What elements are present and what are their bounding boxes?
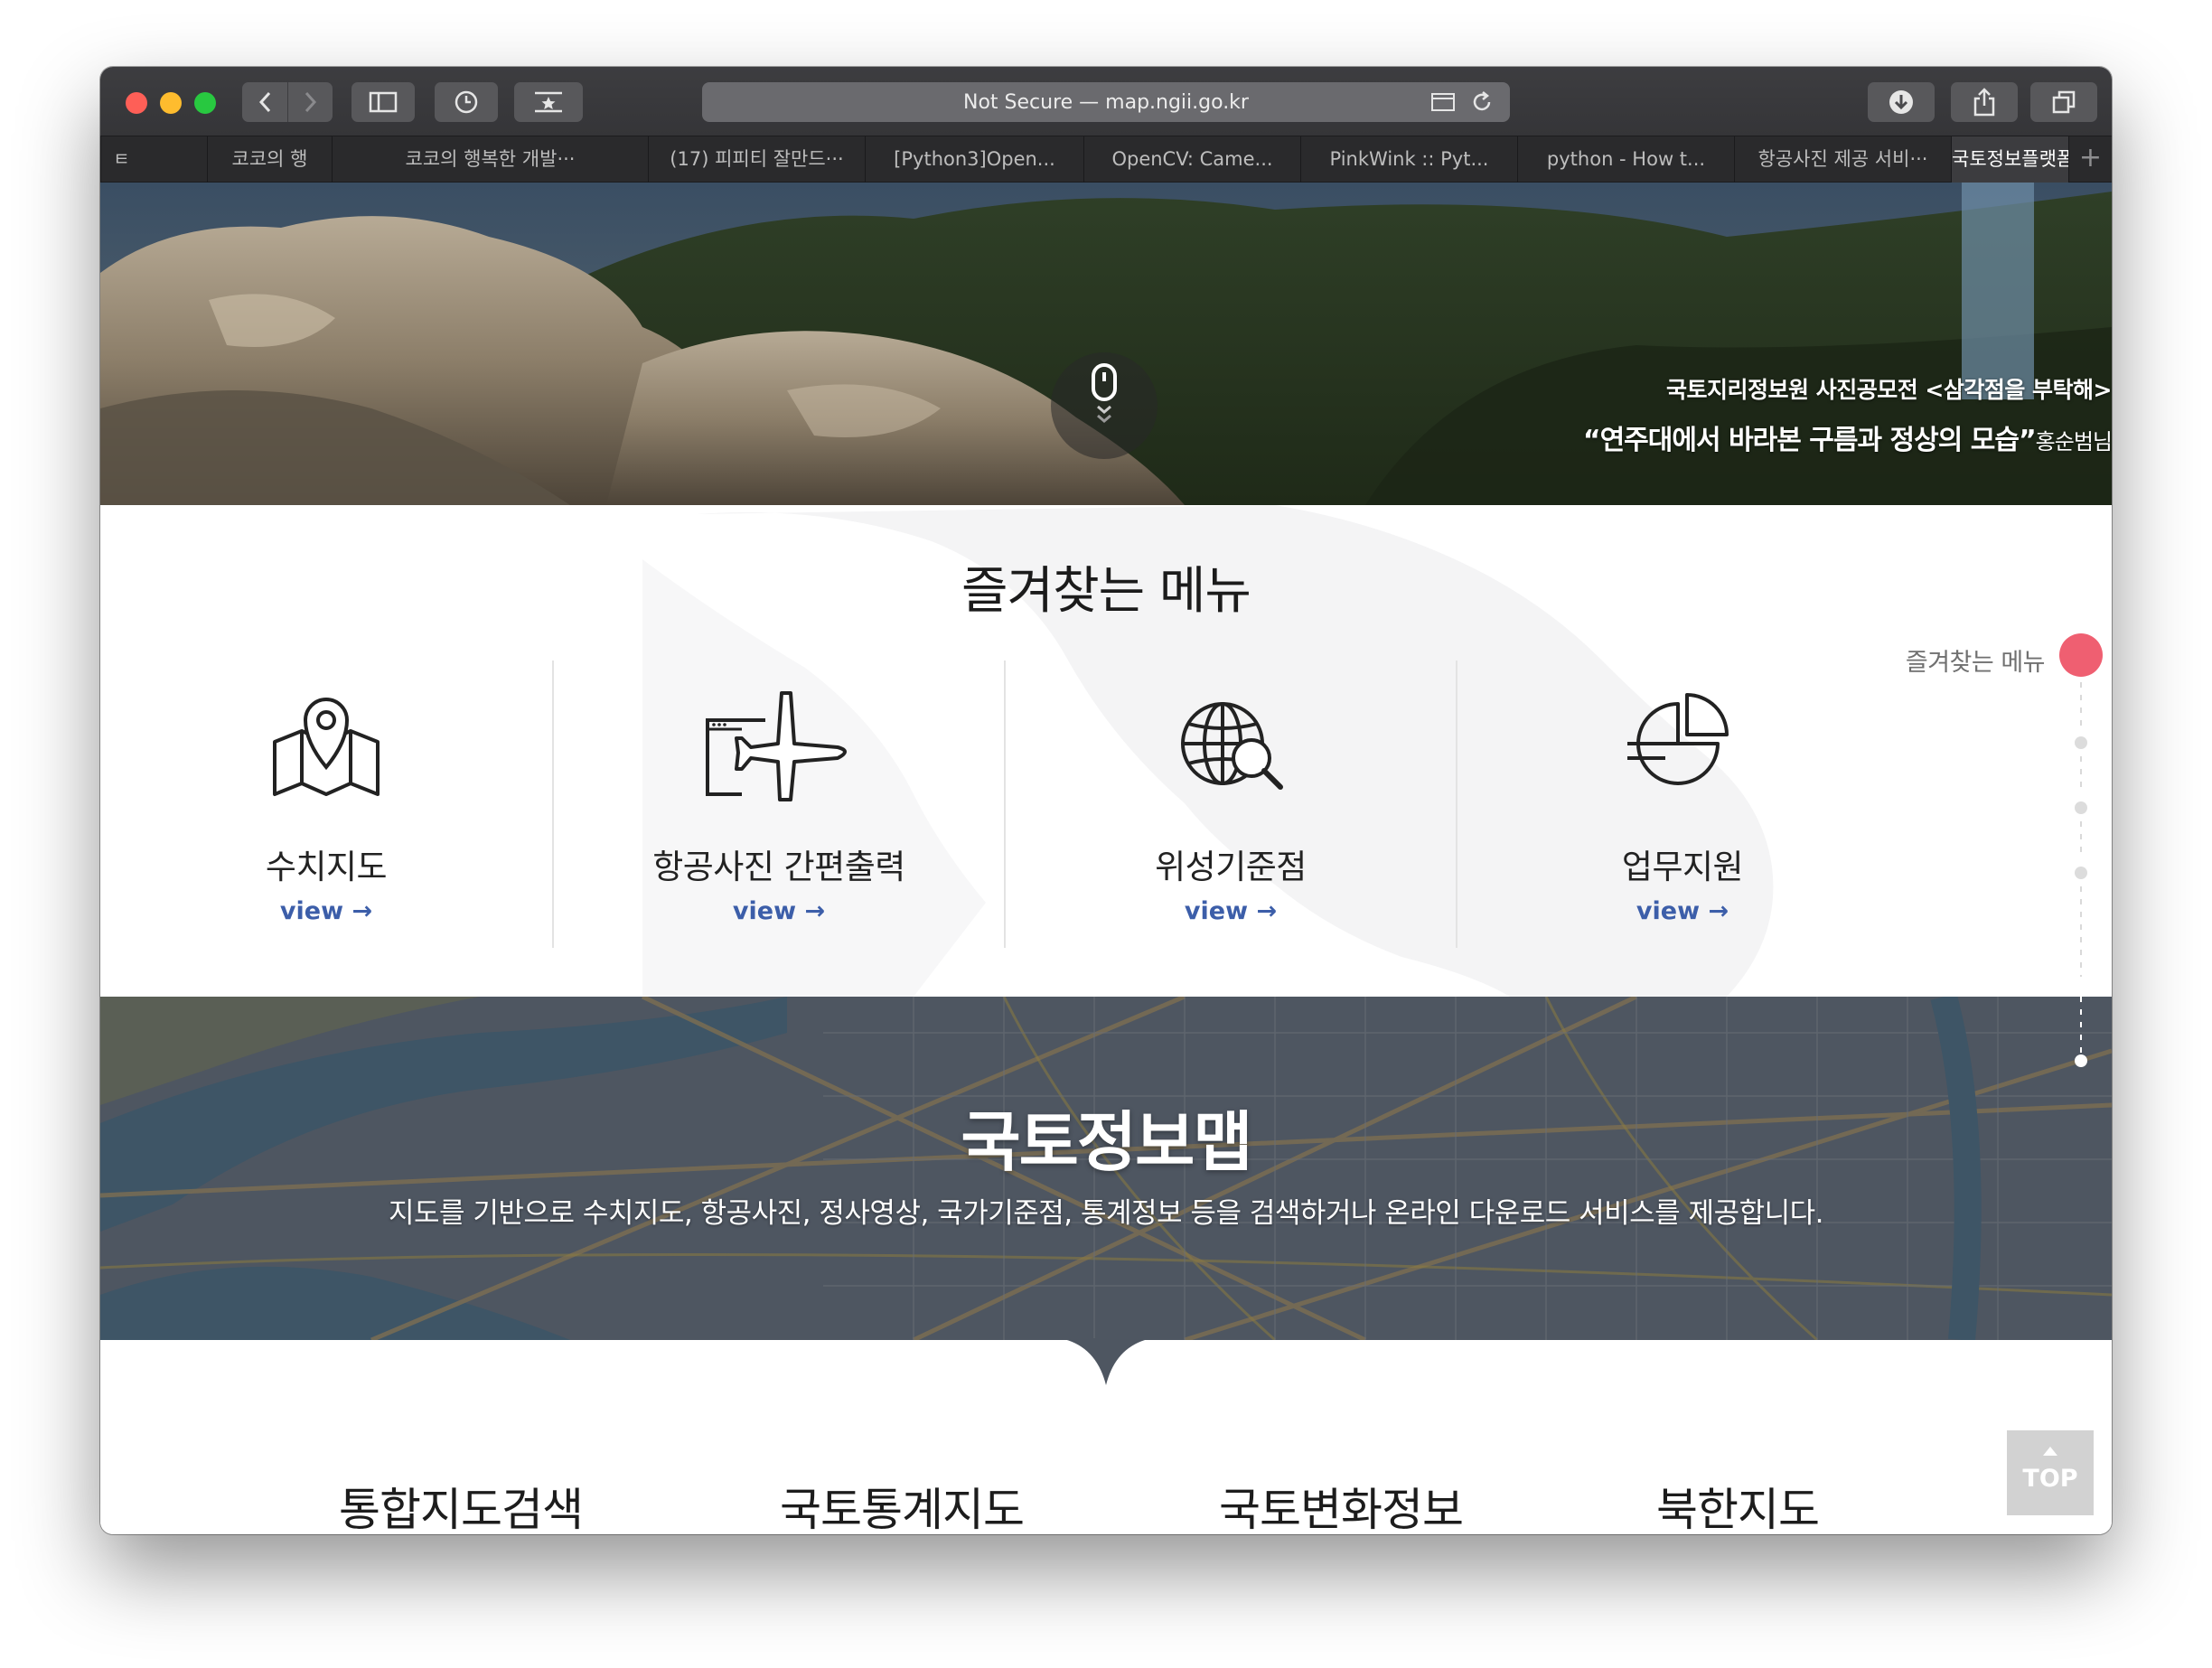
mouse-scroll-icon	[1092, 363, 1117, 423]
tab-item[interactable]: 코코의 행	[207, 136, 332, 183]
sidebar-button[interactable]	[351, 82, 415, 122]
side-nav-line	[2080, 997, 2082, 1053]
web-page: 국토지리정보원 사진공모전 <삼각점을 부탁해> “연주대에서 바라본 구름과 …	[100, 183, 2112, 1534]
tab-item[interactable]: (17) 피피티 잘만드···	[648, 136, 865, 183]
maximize-window-button[interactable]	[194, 92, 216, 114]
side-nav-line	[2080, 756, 2082, 794]
fav-view-link[interactable]: view →	[554, 897, 1004, 925]
favorite-item-digital-map[interactable]: 수치지도 view →	[100, 661, 552, 948]
side-nav-line	[2080, 821, 2082, 859]
tab-item[interactable]: OpenCV: Came...	[1083, 136, 1300, 183]
favorite-menu-section: 즐겨찾는 메뉴 수치지도 view → 항공사진 간편출력 view → 위성기…	[100, 505, 2112, 997]
fav-view-link[interactable]: view →	[100, 897, 552, 925]
menu-integrated-map-search[interactable]: 통합지도검색	[339, 1474, 584, 1534]
globe-search-icon	[1181, 702, 1283, 790]
menu-land-change-info[interactable]: 국토변화정보	[1219, 1474, 1464, 1534]
sidebar-icon	[369, 91, 398, 113]
tab-item[interactable]: 코코의 행복한 개발···	[332, 136, 648, 183]
star-bookmark-icon	[535, 91, 562, 113]
caret-up-icon	[2043, 1447, 2057, 1456]
side-nav-dot-active[interactable]	[2059, 633, 2103, 677]
browser-window: Not Secure — map.ngii.go.kr ㅌ 코코의 행 코코의 …	[100, 67, 2112, 1534]
side-nav-line	[2080, 886, 2082, 977]
tab-overview-icon[interactable]	[1430, 92, 1456, 112]
service-menu-section: 통합지도검색 국토통계지도 국토변화정보 북한지도 TOP	[100, 1338, 2112, 1534]
hero-caption-title: “연주대에서 바라본 구름과 정상의 모습”홍순범님	[1582, 425, 2112, 456]
folded-map-pin-icon	[273, 698, 380, 796]
fav-label: 항공사진 간편출력	[652, 848, 905, 886]
chevron-right-icon	[305, 91, 316, 113]
menu-national-statistics-map[interactable]: 국토통계지도	[780, 1474, 1025, 1534]
fav-icon-wrap	[554, 688, 1004, 805]
minimize-window-button[interactable]	[160, 92, 182, 114]
fav-label: 위성기준점	[1155, 848, 1307, 886]
airplane-photo-icon	[706, 691, 847, 801]
fav-icon-wrap	[1457, 688, 1907, 805]
favorite-menu-list: 수치지도 view → 항공사진 간편출력 view → 위성기준점 view …	[100, 661, 1907, 948]
arrow-right-icon: →	[804, 897, 826, 925]
chevron-left-icon	[258, 91, 271, 113]
ngii-map-description: 지도를 기반으로 수치지도, 항공사진, 정사영상, 국가기준점, 통계정보 등…	[388, 1197, 1824, 1230]
hero-caption-credit: 홍순범님	[2035, 429, 2112, 454]
arrow-right-icon: →	[1256, 897, 1278, 925]
favorite-item-work-support[interactable]: 업무지원 view →	[1456, 661, 1907, 948]
bookmarks-button[interactable]	[514, 82, 583, 122]
address-text: Not Secure — map.ngii.go.kr	[963, 90, 1249, 114]
side-nav-dot-current[interactable]	[2075, 1054, 2087, 1067]
tab-item-active[interactable]: 국토정보플랫폼	[1951, 136, 2068, 183]
scroll-top-label: TOP	[2022, 1465, 2078, 1493]
hero-caption-contest: 국토지리정보원 사진공모전 <삼각점을 부탁해>	[1665, 377, 2112, 403]
downloads-button[interactable]	[1868, 82, 1935, 122]
hero-photo: 국토지리정보원 사진공모전 <삼각점을 부탁해> “연주대에서 바라본 구름과 …	[100, 183, 2112, 505]
scroll-top-button[interactable]: TOP	[2007, 1430, 2094, 1515]
reload-icon[interactable]	[1470, 90, 1494, 114]
fav-label: 업무지원	[1621, 848, 1744, 886]
fav-icon-wrap	[1006, 688, 1456, 805]
back-button[interactable]	[242, 82, 287, 122]
new-tab-button[interactable]: +	[2068, 136, 2112, 183]
tab-item[interactable]: PinkWink :: Pyt...	[1300, 136, 1517, 183]
menu-north-korea-map[interactable]: 북한지도	[1656, 1474, 1820, 1534]
download-icon	[1889, 90, 1913, 114]
share-button[interactable]	[1951, 82, 2018, 122]
side-nav-dot[interactable]	[2075, 867, 2087, 879]
arrow-right-icon: →	[351, 897, 373, 925]
ngii-map-title[interactable]: 국토정보맵	[100, 1089, 2112, 1184]
tabs-icon	[2052, 90, 2076, 114]
show-tabs-button[interactable]	[2030, 82, 2097, 122]
address-bar[interactable]: Not Secure — map.ngii.go.kr	[702, 82, 1510, 122]
tab-item[interactable]: [Python3]Open...	[865, 136, 1083, 183]
close-window-button[interactable]	[126, 92, 147, 114]
favorite-item-aerial-photo[interactable]: 항공사진 간편출력 view →	[552, 661, 1004, 948]
history-button[interactable]	[435, 82, 498, 122]
favorite-item-satellite-reference[interactable]: 위성기준점 view →	[1004, 661, 1456, 948]
ngii-map-section: 국토정보맵 지도를 기반으로 수치지도, 항공사진, 정사영상, 국가기준점, …	[100, 997, 2112, 1340]
scroll-down-indicator[interactable]	[1051, 352, 1158, 459]
side-nav-dot[interactable]	[2075, 736, 2087, 749]
fav-view-link[interactable]: view →	[1006, 897, 1456, 925]
fav-view-link[interactable]: view →	[1457, 897, 1907, 925]
tab-item[interactable]: python - How t...	[1517, 136, 1734, 183]
tab-bar: ㅌ 코코의 행 코코의 행복한 개발··· (17) 피피티 잘만드··· [P…	[100, 136, 2112, 183]
side-nav-line	[2080, 682, 2082, 727]
tab-item[interactable]: 항공사진 제공 서비···	[1734, 136, 1951, 183]
side-nav-label[interactable]: 즐겨찾는 메뉴	[1906, 642, 2046, 678]
hero-caption: 국토지리정보원 사진공모전 <삼각점을 부탁해> “연주대에서 바라본 구름과 …	[1583, 372, 2112, 457]
section-notch-shape	[1060, 1338, 1152, 1385]
favorite-menu-title: 즐겨찾는 메뉴	[961, 562, 1251, 621]
pie-chart-icon	[1627, 693, 1729, 785]
navigation-buttons	[242, 82, 333, 122]
arrow-right-icon: →	[1708, 897, 1729, 925]
clock-icon	[455, 90, 478, 114]
fav-label: 수치지도	[265, 848, 388, 886]
tab-pinned[interactable]: ㅌ	[100, 136, 142, 183]
fav-icon-wrap	[100, 688, 552, 805]
forward-button[interactable]	[287, 82, 333, 122]
side-nav-dot[interactable]	[2075, 801, 2087, 814]
browser-toolbar: Not Secure — map.ngii.go.kr	[100, 67, 2112, 136]
share-icon	[1973, 88, 1995, 117]
